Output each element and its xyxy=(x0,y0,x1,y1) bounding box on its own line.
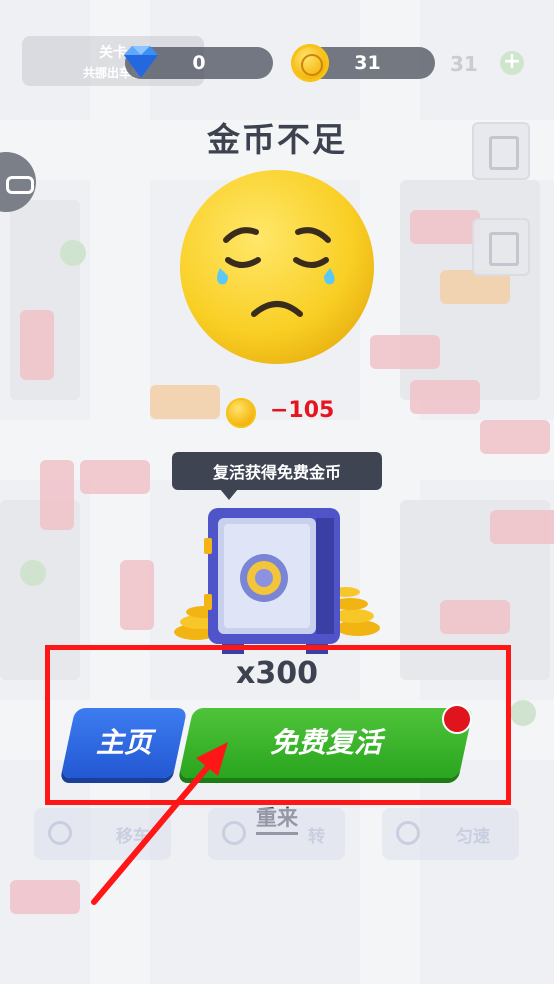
rotate-label: 转 xyxy=(308,827,325,847)
rotate-tool: 转 xyxy=(208,808,345,860)
coin-icon xyxy=(226,398,256,428)
safe-icon xyxy=(174,508,380,654)
highlight-box xyxy=(45,645,511,805)
gem-icon xyxy=(124,46,158,78)
gem-count: 0 xyxy=(192,52,206,74)
coin-count-background: 31 xyxy=(450,52,478,76)
paint-roller-icon xyxy=(472,218,530,276)
add-coins-button[interactable]: + xyxy=(500,51,524,75)
speed-tool: 匀速 xyxy=(382,808,519,860)
speed-label: 匀速 xyxy=(456,827,490,847)
cost-value: −105 xyxy=(270,398,335,423)
tooltip-text: 复活获得免费金币 xyxy=(212,463,341,482)
coin-count: 31 xyxy=(354,52,381,74)
coin-icon xyxy=(291,44,329,82)
tooltip-tail xyxy=(220,489,238,500)
revive-reward-tooltip: 复活获得免费金币 xyxy=(172,452,382,490)
move-car-label: 移车 xyxy=(116,827,150,847)
crying-face-icon xyxy=(180,170,374,364)
move-car-tool: 移车 xyxy=(34,808,171,860)
dialog-title: 金币不足 xyxy=(207,120,347,159)
